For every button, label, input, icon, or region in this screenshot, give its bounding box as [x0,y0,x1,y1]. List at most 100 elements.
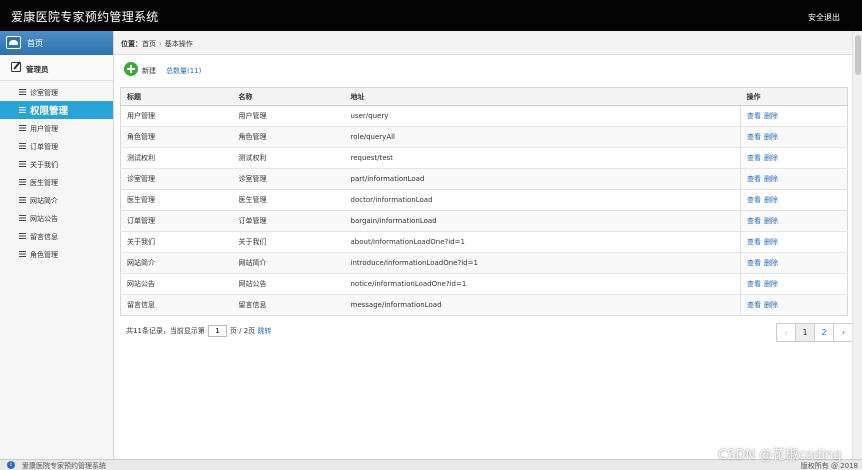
cloud-icon [6,36,21,49]
new-button[interactable]: 新建 [142,66,156,76]
pagination-summary-suffix: 页 / 2页 [229,327,256,335]
column-header-title: 标题 [120,87,233,106]
delete-link[interactable]: 删除 [764,301,778,309]
breadcrumb: 位置：首页 › 基本操作 [114,31,862,55]
cell-name: 订单管理 [232,210,345,232]
table-row: 用户管理 用户管理 user/query 查看 删除 [120,105,848,127]
cell-name: 诊室管理 [232,168,345,190]
view-link[interactable]: 查看 [747,238,761,246]
cell-url: introduce/informationLoadOne?id=1 [344,252,741,274]
sidebar-item-4[interactable]: 关于我们 [0,155,113,173]
page-button-2[interactable]: 2 [815,324,834,341]
jump-link[interactable]: 跳转 [257,327,271,335]
delete-link[interactable]: 删除 [764,133,778,141]
cell-url: user/query [344,105,741,127]
view-link[interactable]: 查看 [747,259,761,267]
list-icon [19,89,26,95]
edit-icon [11,62,21,72]
cell-actions: 查看 删除 [740,273,848,295]
cell-title: 角色管理 [120,126,233,148]
page-button-1[interactable]: 1 [796,324,815,341]
cell-name: 测试权利 [232,147,345,169]
table-row: 关于我们 关于我们 about/informationLoadOne?id=1 查看删… [120,231,848,253]
cell-actions: 查看 删除 [740,294,848,316]
breadcrumb-separator: › [159,40,162,48]
vertical-scrollbar[interactable] [852,31,862,459]
pagination-summary: 共11条记录，当前显示第 页 / 2页 跳转 [126,325,271,337]
sidebar-item-label: 关于我们 [30,161,58,169]
total-count: 总数量(11) [166,67,202,75]
sidebar: 首页 管理员 诊室管理 权限管理 用户管理 订单管理关于我们医生管理网站简介网站公告留… [0,31,114,459]
cell-name: 医生管理 [232,189,345,211]
cell-name: 角色管理 [232,126,345,148]
view-link[interactable]: 查看 [747,175,761,183]
sidebar-item-3[interactable]: 订单管理 [0,137,113,155]
cell-actions: 查看 删除 [740,210,848,232]
add-icon[interactable] [124,62,138,76]
prev-page-button[interactable]: ‹ [777,324,796,341]
delete-link[interactable]: 删除 [764,217,778,225]
sidebar-item-label: 医生管理 [30,179,58,187]
sidebar-admin-header[interactable]: 管理员 [0,55,113,81]
table-header-row: 标题 名称 地址 操作 [120,87,848,106]
list-icon [19,233,26,239]
cell-url: notice/informationLoadOne?id=1 [344,273,741,295]
sidebar-item-0[interactable]: 诊室管理 [0,83,113,101]
breadcrumb-prefix: 位置： [121,40,142,48]
delete-link[interactable]: 删除 [764,238,778,246]
cell-title: 留言信息 [120,294,233,316]
logout-link[interactable]: 安全退出 [808,12,840,23]
list-icon [19,161,26,167]
list-icon [19,143,26,149]
cell-name: 网站公告 [232,273,345,295]
list-icon [19,107,26,113]
sidebar-item-8[interactable]: 留言信息 [0,227,113,245]
sidebar-item-1[interactable]: 权限管理 [0,101,113,119]
delete-link[interactable]: 删除 [764,196,778,204]
view-link[interactable]: 查看 [747,196,761,204]
cell-name: 网站简介 [232,252,345,274]
delete-link[interactable]: 删除 [764,259,778,267]
cell-url: role/queryAll [344,126,741,148]
delete-link[interactable]: 删除 [764,280,778,288]
cell-actions: 查看 删除 [740,168,848,190]
cell-name: 留言信息 [232,294,345,316]
list-icon [19,251,26,257]
cell-actions: 查看 删除 [740,189,848,211]
breadcrumb-home[interactable]: 首页 [142,40,156,48]
table-row: 测试权利 测试权利 request/test 查看 删除 [120,147,848,169]
watermark: CSDN @花椒coding [718,448,842,463]
view-link[interactable]: 查看 [747,217,761,225]
sidebar-item-5[interactable]: 医生管理 [0,173,113,191]
scrollbar-thumb[interactable] [855,35,861,75]
cell-url: bargain/informationLoad [344,210,741,232]
delete-link[interactable]: 删除 [764,112,778,120]
view-link[interactable]: 查看 [747,154,761,162]
app-title: 爱康医院专家预约管理系统 [11,10,159,24]
sidebar-item-7[interactable]: 网站公告 [0,209,113,227]
sidebar-item-6[interactable]: 网站简介 [0,191,113,209]
delete-link[interactable]: 删除 [764,154,778,162]
cell-url: request/test [344,147,741,169]
sidebar-item-label: 留言信息 [30,233,58,241]
pager: ‹ 1 2 › [776,323,854,342]
next-page-button[interactable]: › [834,324,853,341]
view-link[interactable]: 查看 [747,112,761,120]
view-link[interactable]: 查看 [747,301,761,309]
column-header-url: 地址 [344,87,741,106]
top-bar: 爱康医院专家预约管理系统 安全退出 [0,0,862,31]
page-number-input[interactable] [207,325,227,337]
cell-actions: 查看 删除 [740,231,848,253]
sidebar-home[interactable]: 首页 [0,31,113,55]
column-header-actions: 操作 [740,87,848,106]
view-link[interactable]: 查看 [747,280,761,288]
table-row: 医生管理 医生管理 doctor/informationLoad 查看 删除 [120,189,848,211]
delete-link[interactable]: 删除 [764,175,778,183]
info-icon: i [7,461,15,469]
sidebar-item-label: 网站公告 [30,215,58,223]
sidebar-item-label: 角色管理 [30,251,58,259]
sidebar-item-2[interactable]: 用户管理 [0,119,113,137]
view-link[interactable]: 查看 [747,133,761,141]
table-row: 网站简介 网站简介 introduce/informationLoadOne?id=… [120,252,848,274]
sidebar-item-9[interactable]: 角色管理 [0,245,113,263]
